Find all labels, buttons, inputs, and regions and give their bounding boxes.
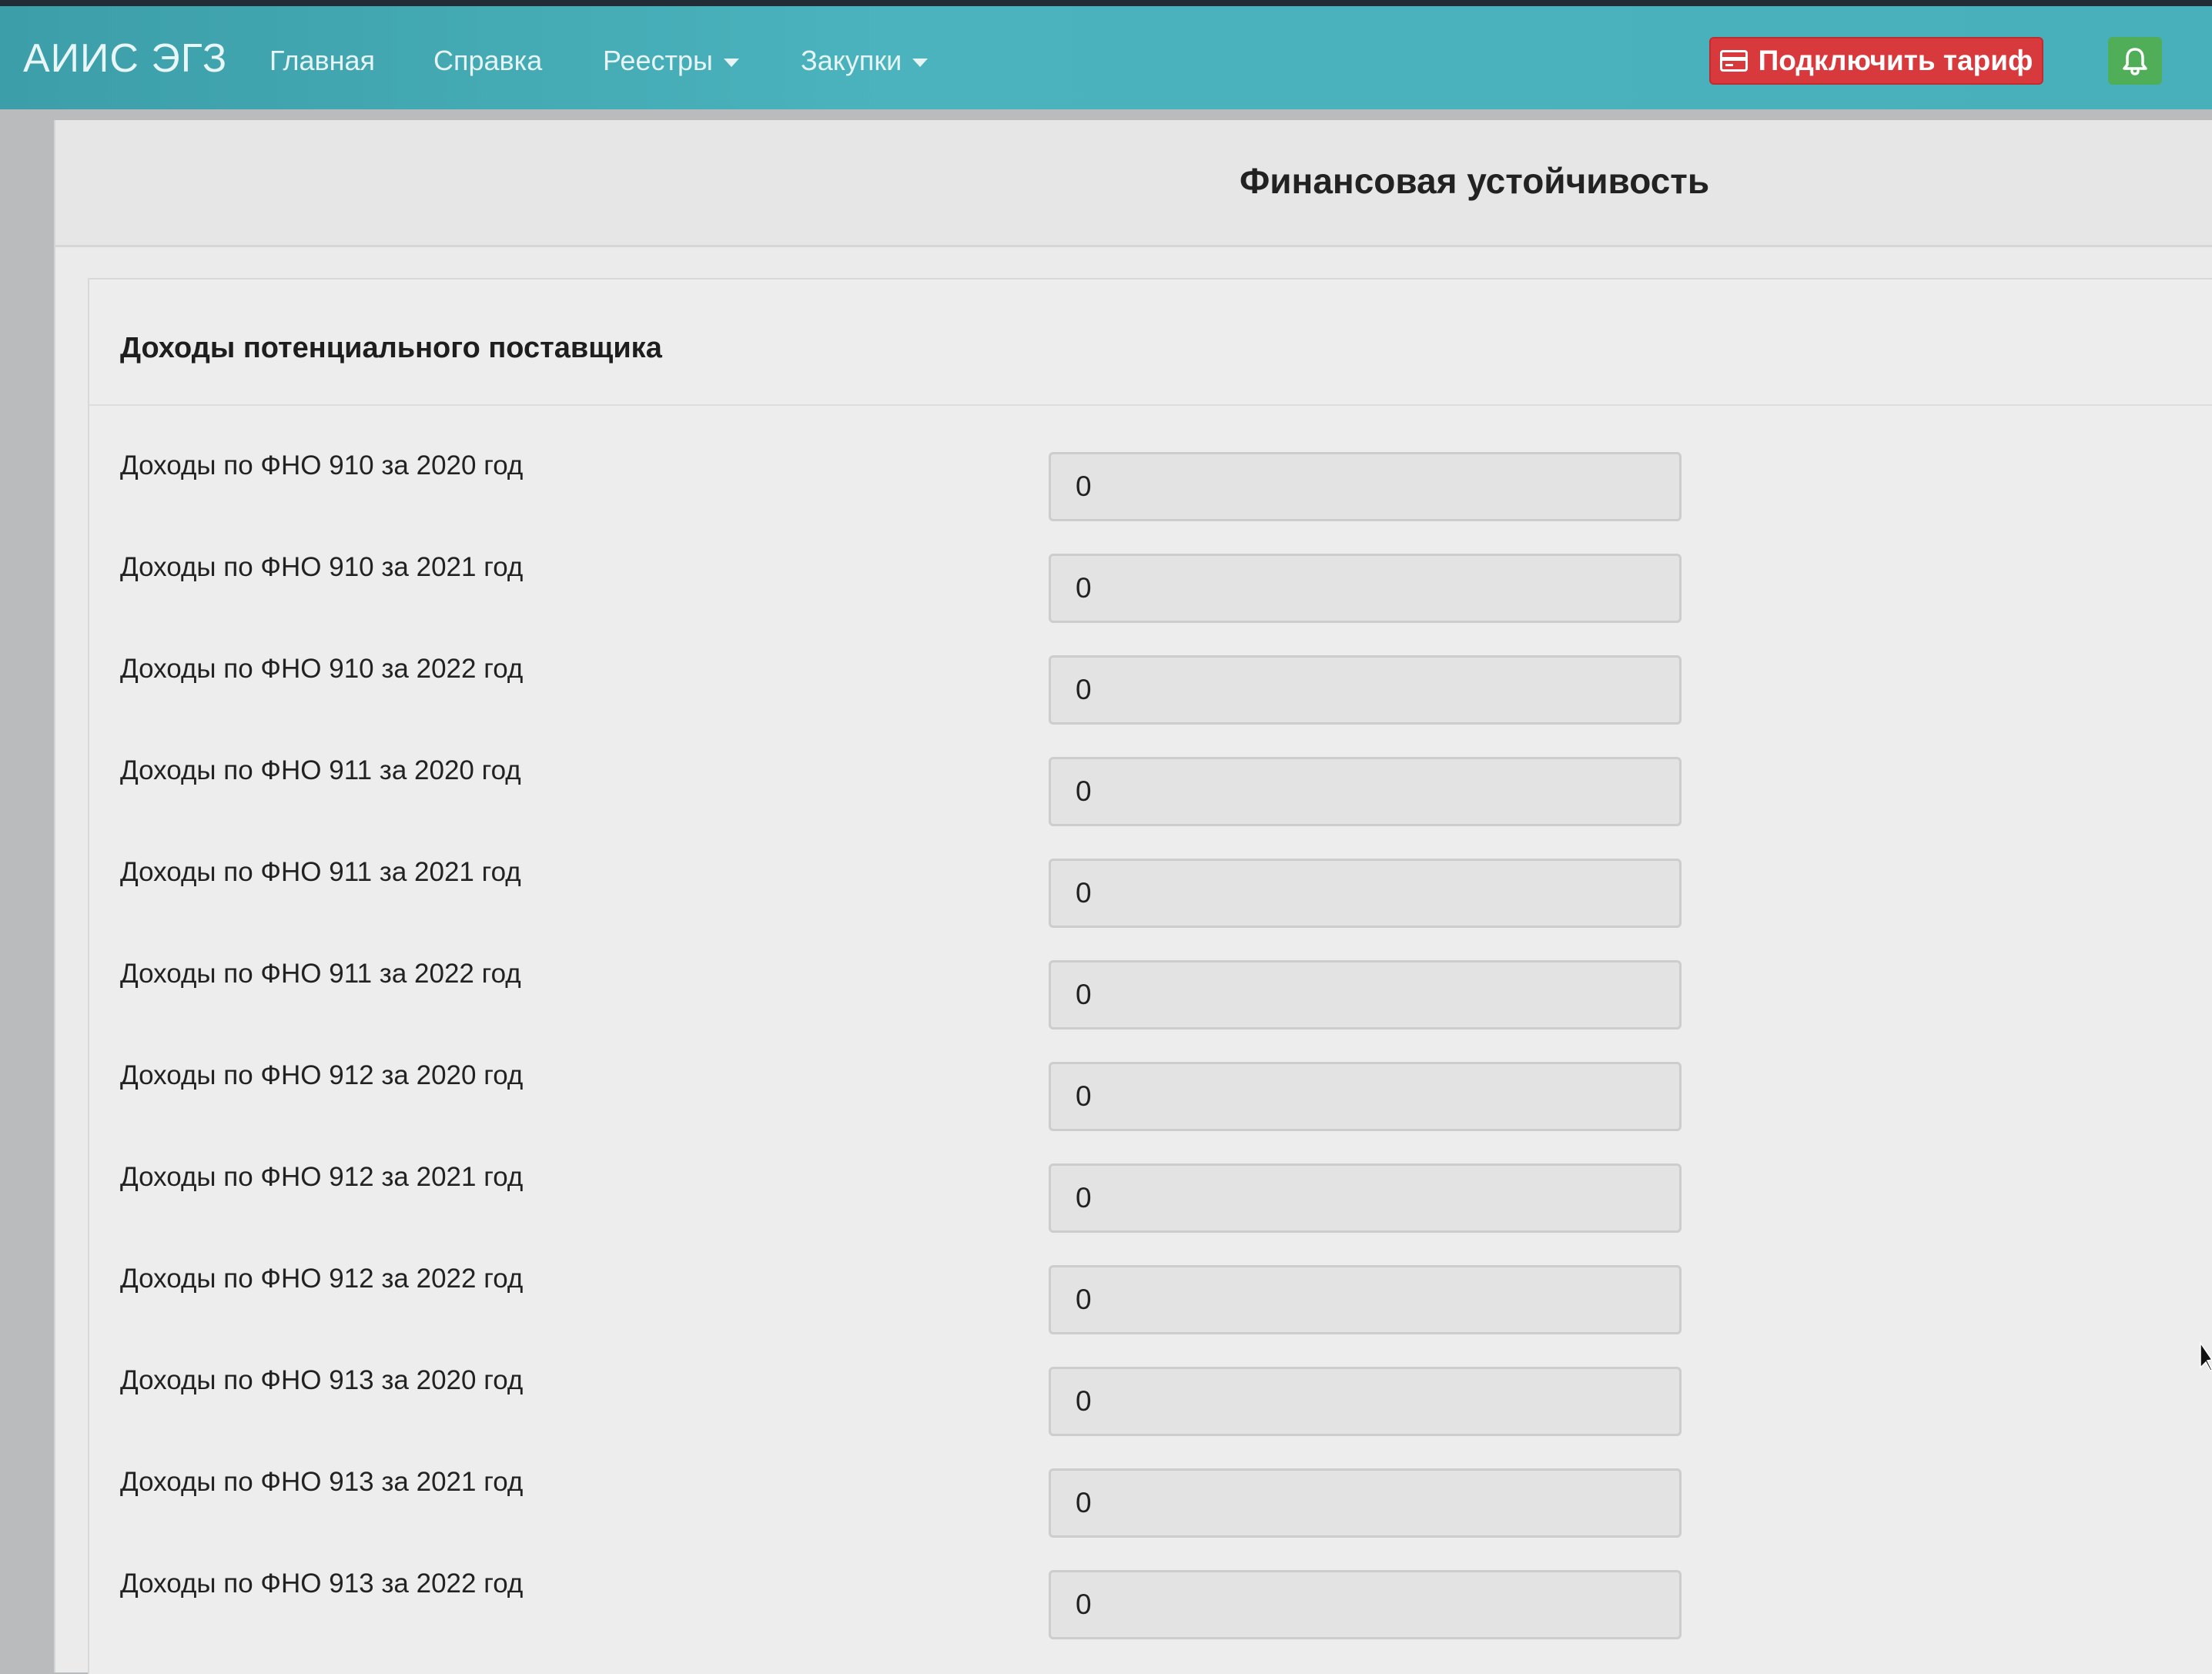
income-field[interactable]: 0 bbox=[1049, 1468, 1682, 1538]
nav-item-purchases[interactable]: Закупки bbox=[801, 45, 929, 77]
nav-item-label: Справка bbox=[433, 45, 543, 76]
income-field[interactable]: 0 bbox=[1049, 1367, 1682, 1436]
income-field[interactable]: 0 bbox=[1049, 554, 1682, 623]
connect-tariff-button[interactable]: Подключить тариф bbox=[1709, 37, 2043, 85]
section-title: Доходы потенциального поставщика bbox=[120, 332, 662, 364]
income-field[interactable]: 0 bbox=[1049, 859, 1682, 928]
caret-down-icon bbox=[912, 58, 929, 67]
brand-logo[interactable]: АИИС ЭГЗ bbox=[23, 35, 227, 82]
nav-item-registries[interactable]: Реестры bbox=[603, 45, 739, 77]
field-label: Доходы по ФНО 913 за 2021 год bbox=[120, 1467, 524, 1497]
field-label: Доходы по ФНО 912 за 2022 год bbox=[120, 1264, 524, 1294]
nav-item-home[interactable]: Главная bbox=[269, 45, 375, 77]
income-field[interactable]: 0 bbox=[1049, 1570, 1682, 1639]
section-divider bbox=[89, 404, 2212, 406]
caret-down-icon bbox=[723, 58, 739, 67]
notifications-button[interactable] bbox=[2108, 37, 2162, 85]
nav-item-help[interactable]: Справка bbox=[433, 45, 542, 77]
income-field[interactable]: 0 bbox=[1049, 960, 1682, 1030]
connect-tariff-label: Подключить тариф bbox=[1758, 45, 2033, 76]
nav-item-label: Реестры bbox=[603, 45, 713, 76]
field-label: Доходы по ФНО 911 за 2020 год bbox=[120, 755, 521, 785]
credit-card-icon bbox=[1719, 50, 1748, 72]
income-field[interactable]: 0 bbox=[1049, 1265, 1682, 1334]
income-field[interactable]: 0 bbox=[1049, 452, 1682, 521]
income-field[interactable]: 0 bbox=[1049, 757, 1682, 826]
income-section: Доходы потенциального поставщика Доходы … bbox=[88, 278, 2212, 1674]
field-label: Доходы по ФНО 910 за 2022 год bbox=[120, 654, 524, 684]
income-field[interactable]: 0 bbox=[1049, 655, 1682, 725]
field-label: Доходы по ФНО 910 за 2021 год bbox=[120, 552, 524, 582]
field-label: Доходы по ФНО 911 за 2022 год bbox=[120, 959, 521, 989]
field-label: Доходы по ФНО 913 за 2022 год bbox=[120, 1569, 524, 1599]
nav-item-label: Главная bbox=[269, 45, 376, 76]
field-label: Доходы по ФНО 912 за 2020 год bbox=[120, 1060, 524, 1090]
field-label: Доходы по ФНО 913 за 2020 год bbox=[120, 1365, 524, 1395]
page-title: Финансовая устойчивость bbox=[1240, 161, 1710, 201]
field-label: Доходы по ФНО 910 за 2020 год bbox=[120, 450, 524, 480]
panel-header: Финансовая устойчивость bbox=[55, 120, 2212, 247]
income-field[interactable]: 0 bbox=[1049, 1062, 1682, 1131]
main-panel: Финансовая устойчивость Доходы потенциал… bbox=[54, 120, 2212, 1674]
nav-item-label: Закупки bbox=[801, 45, 902, 76]
top-navbar: АИИС ЭГЗ Главная Справка Реестры Закупки… bbox=[0, 0, 2212, 109]
field-label: Доходы по ФНО 911 за 2021 год bbox=[120, 857, 521, 887]
field-label: Доходы по ФНО 912 за 2021 год bbox=[120, 1162, 524, 1192]
bell-icon bbox=[2123, 48, 2147, 75]
income-field[interactable]: 0 bbox=[1049, 1163, 1682, 1233]
mouse-cursor-icon bbox=[2200, 1341, 2212, 1371]
